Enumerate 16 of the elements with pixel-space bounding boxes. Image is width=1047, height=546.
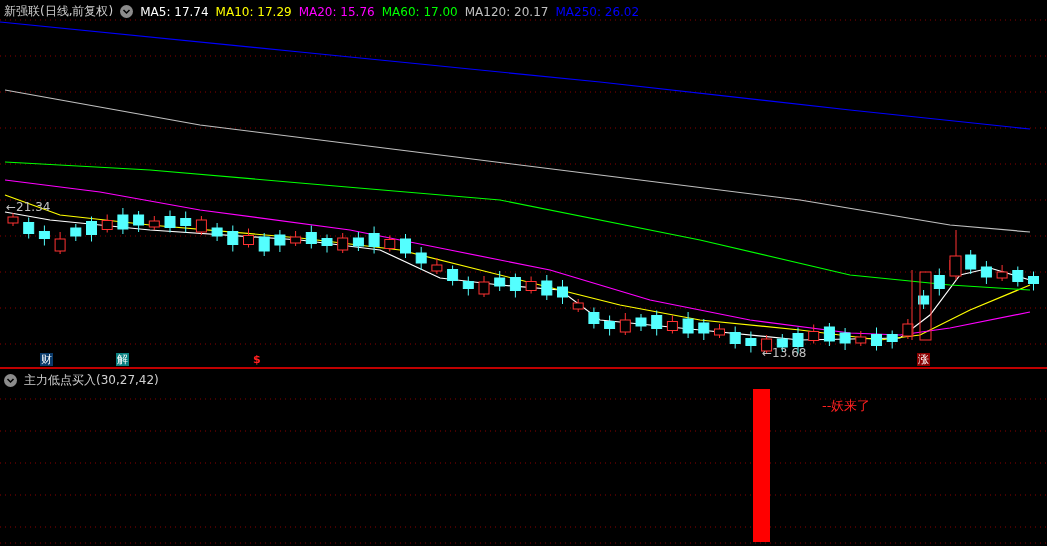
chevron-down-icon[interactable] [4,374,17,387]
moving-average-label: MA60: 17.00 [381,4,458,19]
moving-average-label: MA250: 26.02 [555,4,640,19]
event-marker[interactable]: 涨 [917,353,930,366]
event-marker[interactable]: 财 [40,353,53,366]
chart-title: 新强联(日线,前复权) [4,3,114,20]
moving-average-label: MA120: 20.17 [464,4,549,19]
chevron-down-icon[interactable] [120,5,134,18]
moving-average-label: MA5: 17.74 [140,4,209,19]
event-marker[interactable]: 解 [116,353,129,366]
moving-average-label: MA10: 17.29 [215,4,292,19]
price-label: ←13.68 [762,346,807,360]
signal-note: --妖来了 [822,397,871,415]
indicator-title: 主力低点买入(30,27,42) [24,372,159,389]
moving-average-label: MA20: 15.76 [298,4,375,19]
event-marker[interactable]: $ [252,353,262,366]
